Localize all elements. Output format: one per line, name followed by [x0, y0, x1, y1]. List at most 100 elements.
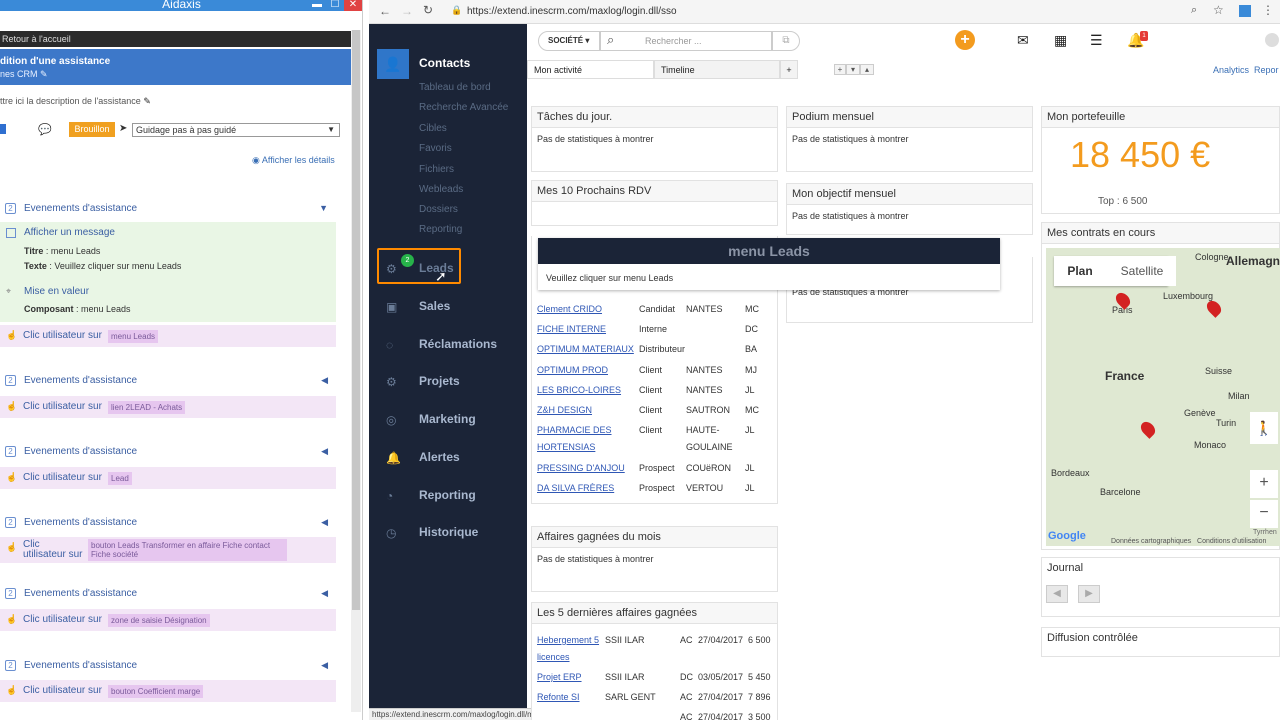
maximize-icon[interactable]: ☐ — [326, 0, 344, 11]
nav-sub-favorites[interactable]: Favoris — [419, 143, 452, 154]
search-input[interactable]: Rechercher ... — [600, 31, 772, 51]
deal-name[interactable]: Hebergement 5 — [537, 635, 599, 645]
reports-link[interactable]: Repor — [1254, 65, 1279, 75]
back-arrow-icon[interactable]: ← — [379, 4, 391, 18]
event-group-header[interactable]: 2 Evenements d'assistance ▼ — [0, 197, 336, 219]
chevron-down-icon[interactable]: ▾ — [846, 64, 860, 75]
scrollbar-thumb[interactable] — [352, 30, 360, 610]
pencil-icon[interactable]: ✎ — [40, 69, 48, 79]
pencil-icon[interactable]: ✎ — [143, 96, 151, 106]
street-view-icon[interactable]: 🚶 — [1250, 412, 1278, 444]
nav-item-reporting[interactable]: ◔ Reporting — [369, 485, 527, 509]
step-highlight-title[interactable]: Mise en valeur — [24, 286, 89, 297]
status-badge[interactable]: Brouillon — [69, 122, 115, 137]
event-group-header[interactable]: 2 Evenements d'assistance ◀ — [0, 369, 336, 391]
contact-name[interactable]: OPTIMUM MATERIAUX — [537, 344, 634, 354]
deal-name-line2[interactable]: licences — [537, 652, 570, 662]
nav-sub-folders[interactable]: Dossiers — [419, 204, 458, 215]
address-bar[interactable]: https://extend.inescrm.com/maxlog/login.… — [467, 4, 1187, 20]
click-event[interactable]: ☝ Clic utilisateur sur bouton Coefficien… — [0, 680, 336, 702]
zoom-in-button[interactable]: + — [1250, 470, 1278, 498]
chevron-left-icon[interactable]: ◀ — [321, 660, 328, 671]
chevron-up-icon[interactable]: ▴ — [860, 64, 874, 75]
nav-contacts[interactable]: 👤 Contacts — [369, 49, 527, 79]
nav-item-historique[interactable]: ◷ Historique — [369, 522, 527, 546]
journal-next-button[interactable]: ▶ — [1078, 585, 1100, 603]
contact-name[interactable]: PHARMACIE DES — [537, 425, 612, 435]
nav-sub-advanced-search[interactable]: Recherche Avancée — [419, 102, 508, 113]
map-satellite-button[interactable]: Satellite — [1108, 256, 1176, 286]
map[interactable]: Plan Satellite Cologne Allemagn Luxembou… — [1046, 248, 1280, 546]
close-icon[interactable]: ✕ — [344, 0, 362, 11]
click-event[interactable]: ☝ Clic utilisateur sur zone de saisie Dé… — [0, 609, 336, 631]
click-event[interactable]: ☝ Clic utilisateur sur Lead — [0, 467, 336, 489]
tab-mon-activite[interactable]: Mon activité — [527, 60, 654, 79]
nav-item-sales[interactable]: ▣ Sales — [369, 296, 527, 320]
mail-icon[interactable]: ✉ — [1017, 32, 1029, 49]
zoom-icon[interactable]: ⌕ — [1191, 4, 1197, 17]
click-event[interactable]: ☝ Clic utilisateur sur bouton Leads Trans… — [0, 537, 336, 563]
journal-prev-button[interactable]: ◀ — [1046, 585, 1068, 603]
nav-sub-reporting[interactable]: Reporting — [419, 224, 462, 235]
list-icon[interactable]: ☰ — [1090, 32, 1103, 49]
nav-item-alertes[interactable]: 🔔 Alertes — [369, 447, 527, 471]
map-marker-icon[interactable] — [1138, 419, 1158, 439]
event-group-header[interactable]: 2 Evenements d'assistance ◀ — [0, 654, 336, 676]
plus-icon[interactable]: + — [834, 64, 846, 75]
event-group-header[interactable]: 2 Evenements d'assistance ◀ — [0, 511, 336, 533]
map-marker-icon[interactable] — [1204, 298, 1224, 318]
click-event[interactable]: ☝ Clic utilisateur sur lien 2LEAD - Acha… — [0, 396, 336, 418]
chevron-left-icon[interactable]: ◀ — [321, 517, 328, 528]
nav-item-marketing[interactable]: ◎ Marketing — [369, 409, 527, 433]
save-icon[interactable] — [0, 124, 6, 134]
search-icon[interactable]: ⌕ — [607, 32, 614, 48]
contact-name[interactable]: FICHE INTERNE — [537, 324, 606, 334]
map-terms-link[interactable]: Conditions d'utilisation — [1197, 538, 1266, 545]
nav-sub-webleads[interactable]: Webleads — [419, 184, 463, 195]
contact-name[interactable]: LES BRICO-LOIRES — [537, 385, 621, 395]
contact-name[interactable]: OPTIMUM PROD — [537, 365, 608, 375]
mode-select[interactable]: Guidage pas à pas guidé ▼ — [132, 123, 340, 137]
contact-name[interactable]: Clement CRIDO — [537, 304, 602, 314]
analytics-link[interactable]: Analytics — [1213, 65, 1249, 75]
tab-timeline[interactable]: Timeline — [654, 60, 780, 79]
deal-name[interactable]: Refonte SI — [537, 692, 580, 702]
contact-name-line2[interactable]: HORTENSIAS — [537, 442, 595, 452]
star-icon[interactable]: ☆ — [1213, 3, 1224, 17]
tab-add[interactable]: + — [780, 60, 798, 79]
nav-sub-dashboard[interactable]: Tableau de bord — [419, 82, 491, 93]
reload-icon[interactable]: ↻ — [423, 3, 433, 17]
add-icon[interactable]: + — [955, 30, 975, 50]
back-home-link[interactable]: Retour à l'accueil — [0, 31, 351, 47]
chevron-down-icon[interactable]: ▼ — [319, 203, 328, 213]
avatar[interactable] — [1265, 33, 1279, 47]
extension-icon[interactable] — [1239, 5, 1251, 17]
deal-name[interactable]: Projet ERP — [537, 672, 582, 682]
chevron-left-icon[interactable]: ◀ — [321, 375, 328, 386]
forward-arrow-icon[interactable]: → — [401, 4, 413, 18]
comment-icon[interactable]: 💬 — [38, 123, 52, 136]
assistance-description[interactable]: ttre ici la description de l'assistance — [0, 96, 141, 106]
step-title[interactable]: Afficher un message — [24, 227, 115, 238]
zoom-out-button[interactable]: − — [1250, 500, 1278, 528]
minimize-icon[interactable]: ▬ — [308, 0, 326, 11]
contact-name[interactable]: PRESSING D'ANJOU — [537, 463, 625, 473]
show-details-link[interactable]: ◉ Afficher les détails — [252, 155, 335, 166]
chevron-left-icon[interactable]: ◀ — [321, 588, 328, 599]
event-group-header[interactable]: 2 Evenements d'assistance ◀ — [0, 582, 336, 604]
nav-item-reclamations[interactable]: ◌ Réclamations — [369, 334, 527, 358]
entity-select[interactable]: SOCIÉTÉ ▾ — [538, 31, 600, 51]
event-group-header[interactable]: 2 Evenements d'assistance ◀ — [0, 440, 336, 462]
map-data-link[interactable]: Données cartographiques — [1111, 538, 1191, 545]
menu-icon[interactable]: ⋮ — [1262, 3, 1274, 17]
nav-sub-files[interactable]: Fichiers — [419, 164, 454, 175]
nav-item-projets[interactable]: ⚙ Projets — [369, 371, 527, 395]
click-event[interactable]: ☝ Clic utilisateur sur menu Leads — [0, 325, 336, 347]
send-icon[interactable]: ➤ — [119, 123, 127, 134]
map-plan-button[interactable]: Plan — [1054, 256, 1106, 286]
contact-name[interactable]: Z&H DESIGN — [537, 405, 592, 415]
contact-name[interactable]: DA SILVA FRÈRES — [537, 483, 614, 493]
calendar-icon[interactable]: ▦ — [1054, 32, 1067, 49]
external-link-icon[interactable]: ⧉ — [772, 31, 800, 51]
nav-sub-targets[interactable]: Cibles — [419, 123, 447, 134]
